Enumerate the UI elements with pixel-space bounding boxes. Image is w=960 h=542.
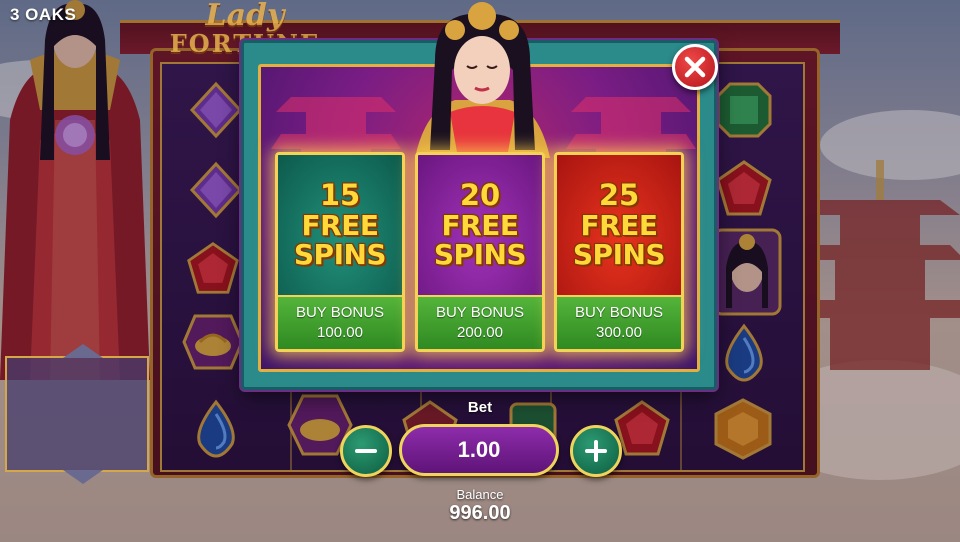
spins-word-free: FREE xyxy=(580,208,658,242)
increase-bet-button[interactable] xyxy=(570,425,622,477)
decrease-bet-button[interactable] xyxy=(340,425,392,477)
spins-word-spins: SPINS xyxy=(572,238,666,272)
chevron-up-icon xyxy=(63,344,103,358)
plus-icon xyxy=(585,440,607,462)
spins-word-free: FREE xyxy=(441,208,519,242)
buy-bonus-button[interactable]: BUY BONUS 200.00 xyxy=(418,295,542,349)
balance-label: Balance xyxy=(456,487,504,502)
buy-bonus-button[interactable]: BUY BONUS 100.00 xyxy=(278,295,402,349)
buy-bonus-button[interactable]: BUY BONUS 300.00 xyxy=(557,295,681,349)
buy-bonus-price: 300.00 xyxy=(596,324,642,341)
game-logo-line1: Lady xyxy=(205,0,285,33)
minus-icon xyxy=(355,449,377,453)
bet-label: Bet xyxy=(467,399,493,416)
buy-bonus-label: BUY BONUS xyxy=(435,304,525,321)
spins-word-spins: SPINS xyxy=(293,238,387,272)
bonus-option-header: 15 FREE SPINS xyxy=(278,155,402,295)
spins-count: 20 xyxy=(459,178,501,213)
buy-bonus-price: 100.00 xyxy=(317,324,363,341)
spins-count: 15 xyxy=(319,178,361,213)
bonus-option-25-spins[interactable]: 25 FREE SPINS BUY BONUS 300.00 xyxy=(554,152,684,352)
brand-logo: 3 OAKS xyxy=(10,5,77,24)
bonus-option-header: 25 FREE SPINS xyxy=(557,155,681,295)
bonus-option-15-spins[interactable]: 15 FREE SPINS BUY BONUS 100.00 xyxy=(275,152,405,352)
chevron-down-icon xyxy=(63,470,103,484)
bonus-option-header: 20 FREE SPINS xyxy=(418,155,542,295)
bet-value-display: 1.00 xyxy=(399,424,559,476)
spins-word-free: FREE xyxy=(301,208,379,242)
buy-bonus-price: 200.00 xyxy=(457,324,503,341)
buy-bonus-label: BUY BONUS xyxy=(295,304,385,321)
close-icon xyxy=(684,56,706,78)
close-button[interactable] xyxy=(672,44,718,90)
bonus-option-20-spins[interactable]: 20 FREE SPINS BUY BONUS 200.00 xyxy=(415,152,545,352)
lady-portrait-image xyxy=(415,2,550,158)
buy-bonus-label: BUY BONUS xyxy=(574,304,664,321)
side-panel xyxy=(5,344,149,484)
spins-word-spins: SPINS xyxy=(433,238,527,272)
balance-value: 996.00 xyxy=(449,502,511,524)
spins-count: 25 xyxy=(598,178,640,213)
